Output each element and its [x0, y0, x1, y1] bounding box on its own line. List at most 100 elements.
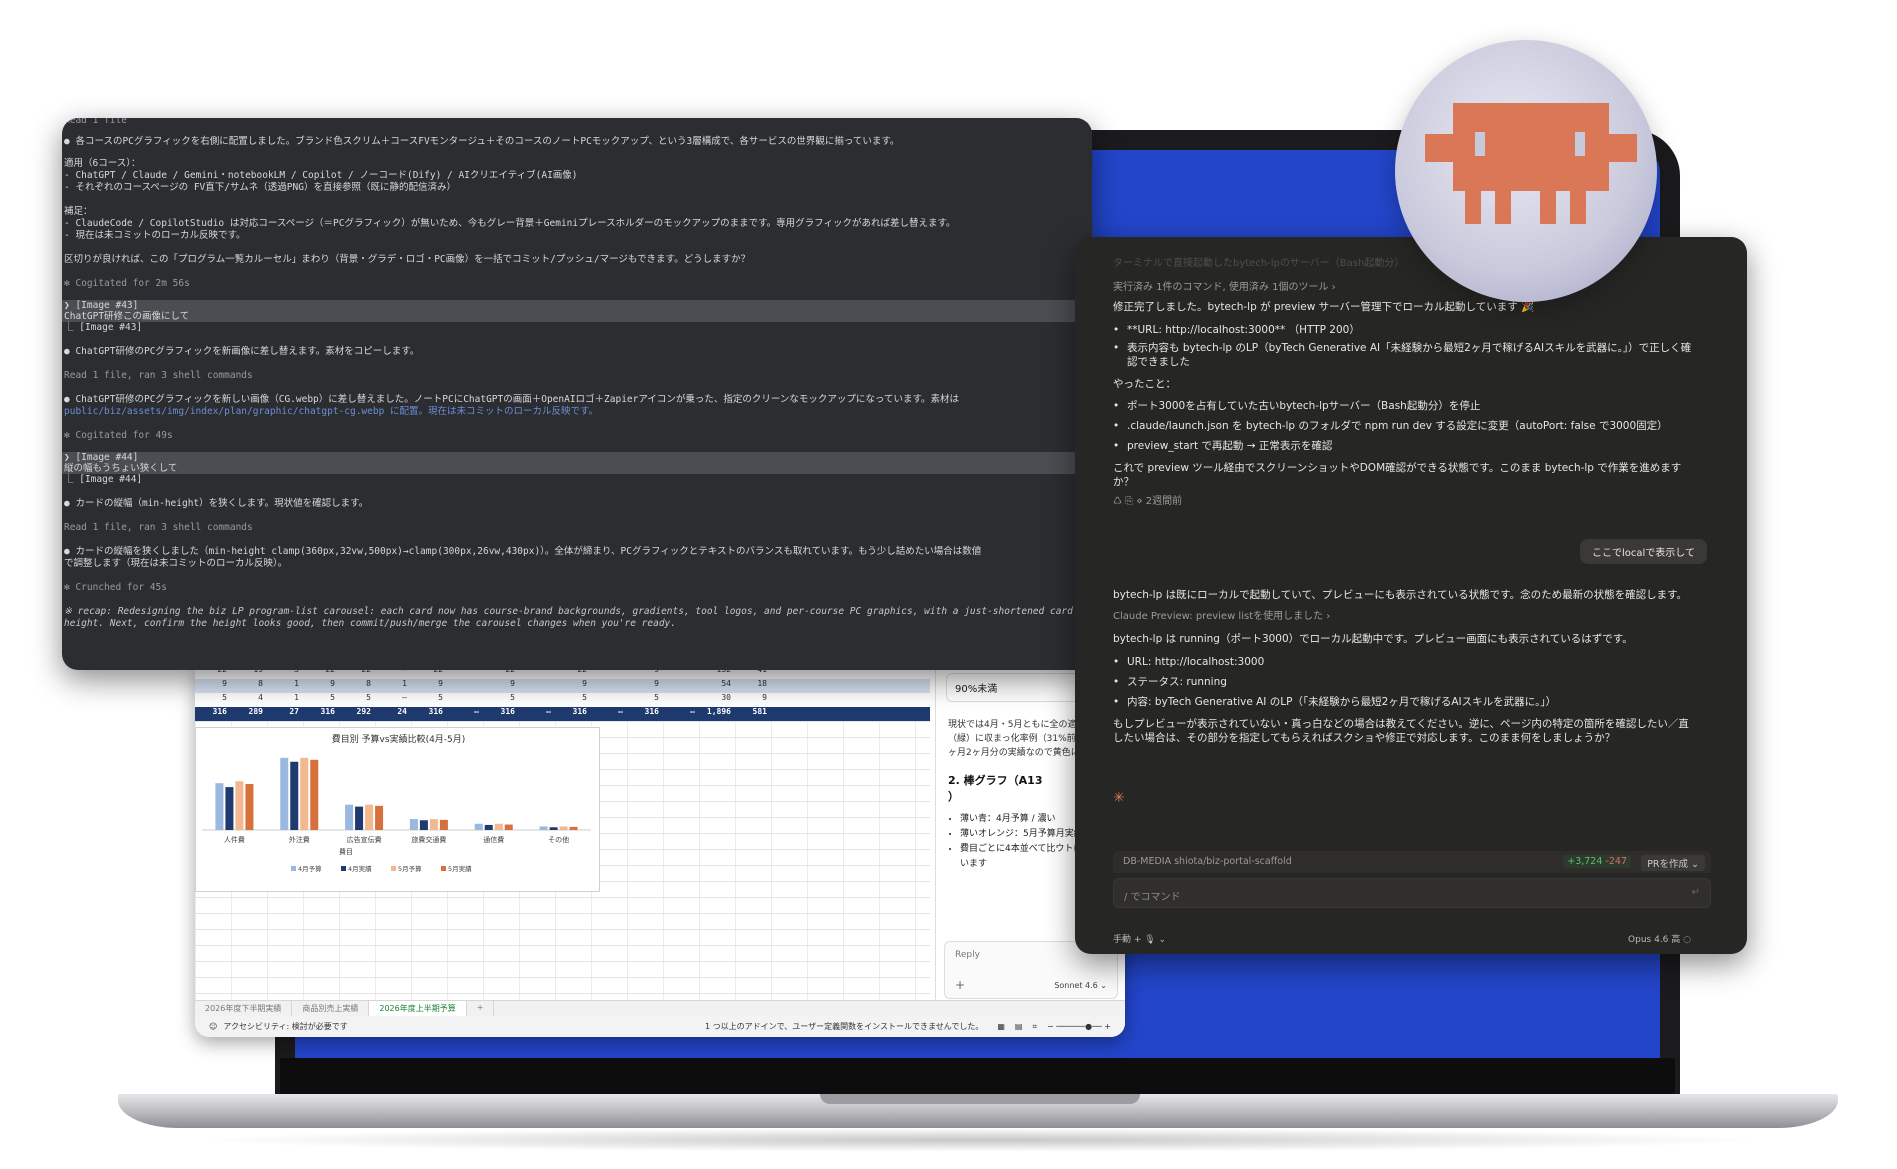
spreadsheet-cell[interactable]: 316: [627, 707, 663, 721]
spreadsheet-cell[interactable]: 5: [339, 693, 375, 707]
spreadsheet-row[interactable]: 5 4 1 5 5–5 5 5 5 30 9: [195, 693, 930, 707]
prompt-input[interactable]: / でコマンド ↵: [1113, 878, 1711, 908]
bar-chart[interactable]: 費目別 予算vs実績比較(4月-5月) 人件費 外注費 広告宣伝費 旅費交通費 通信費 そ…: [195, 727, 600, 892]
spreadsheet-cell[interactable]: 1,896: [699, 707, 735, 721]
bar[interactable]: [569, 826, 578, 830]
spreadsheet-cell[interactable]: [447, 693, 483, 707]
terminal-line: ● カードの縦幅を狭くしました（min-height clamp(360px,3…: [64, 546, 982, 557]
spreadsheet-cell[interactable]: [519, 693, 555, 707]
normal-view-icon[interactable]: ▦: [997, 1022, 1005, 1031]
bar[interactable]: [494, 823, 503, 830]
spreadsheet-cell[interactable]: [591, 679, 627, 693]
spreadsheet-cell[interactable]: –: [663, 707, 699, 721]
bar[interactable]: [539, 826, 548, 830]
spreadsheet-cell[interactable]: 581: [735, 707, 771, 721]
spreadsheet-cell[interactable]: 1: [267, 693, 303, 707]
spreadsheet-cell[interactable]: 18: [735, 679, 771, 693]
preview-tool[interactable]: Claude Preview: preview listを使用しました ›: [1113, 610, 1713, 624]
page-layout-icon[interactable]: ▤: [1015, 1022, 1023, 1031]
bar[interactable]: [225, 787, 234, 830]
accessibility-icon[interactable]: ☺: [209, 1022, 217, 1031]
spreadsheet-cell[interactable]: [591, 693, 627, 707]
bar[interactable]: [409, 819, 418, 830]
message-meta[interactable]: ♺ ⎘ ⋄ 2週間前: [1113, 495, 1713, 509]
accessibility-status[interactable]: アクセシビリティ: 検討が必要です: [223, 1021, 347, 1032]
spreadsheet-cell[interactable]: 5: [627, 693, 663, 707]
spreadsheet-cell[interactable]: 316: [195, 707, 231, 721]
spreadsheet-cell[interactable]: 316: [303, 707, 339, 721]
spreadsheet-cell[interactable]: 27: [267, 707, 303, 721]
bar[interactable]: [474, 823, 483, 830]
zoom-slider[interactable]: − ──────●── +: [1047, 1022, 1111, 1031]
spreadsheet-cell[interactable]: 5: [303, 693, 339, 707]
spreadsheet-cell[interactable]: 9: [735, 693, 771, 707]
spreadsheet-cell[interactable]: 5: [483, 693, 519, 707]
spreadsheet-cell[interactable]: 316: [411, 707, 447, 721]
model-selector[interactable]: Opus 4.6 高 ◌: [1628, 932, 1691, 945]
spreadsheet-cell[interactable]: 8: [339, 679, 375, 693]
spreadsheet-cell[interactable]: –: [375, 693, 411, 707]
tools-summary[interactable]: 実行済み 1件のコマンド, 使用済み 1個のツール ›: [1113, 281, 1713, 295]
spreadsheet-cell[interactable]: 316: [555, 707, 591, 721]
spreadsheet-cell[interactable]: 9: [411, 679, 447, 693]
bar[interactable]: [235, 781, 244, 830]
bar[interactable]: [290, 761, 299, 830]
spreadsheet-cell[interactable]: 4: [231, 693, 267, 707]
bar[interactable]: [429, 819, 438, 830]
legend-swatch: [341, 866, 346, 871]
bar[interactable]: [280, 757, 289, 830]
spreadsheet-cell[interactable]: 1: [375, 679, 411, 693]
spreadsheet-cell[interactable]: [663, 679, 699, 693]
mode-selector[interactable]: 手動 + 🎙 ⌄: [1113, 932, 1166, 945]
spreadsheet-cell[interactable]: 24: [375, 707, 411, 721]
add-icon[interactable]: +: [955, 978, 965, 992]
bar[interactable]: [355, 806, 364, 830]
spreadsheet-cell[interactable]: 5: [555, 693, 591, 707]
create-pr-button[interactable]: PRを作成 ⌄: [1641, 855, 1705, 871]
spreadsheet-cell[interactable]: –: [519, 707, 555, 721]
spreadsheet-cell[interactable]: 9: [483, 679, 519, 693]
page-break-icon[interactable]: ⌗: [1032, 1022, 1037, 1032]
spreadsheet-cell[interactable]: 9: [627, 679, 663, 693]
spreadsheet-cell[interactable]: –: [591, 707, 627, 721]
bar[interactable]: [245, 783, 254, 830]
bar[interactable]: [439, 819, 448, 830]
spreadsheet-cell[interactable]: 292: [339, 707, 375, 721]
bar[interactable]: [365, 804, 374, 830]
bar[interactable]: [419, 820, 428, 830]
sheet-tab[interactable]: 商品別売上実績: [292, 1001, 370, 1016]
spreadsheet-cell[interactable]: 8: [231, 679, 267, 693]
spreadsheet-cell[interactable]: [663, 693, 699, 707]
spreadsheet-cell[interactable]: 9: [195, 679, 231, 693]
spreadsheet-cell[interactable]: 5: [195, 693, 231, 707]
spreadsheet-row[interactable]: 316 289 27 316 292 24 316–316–316–316–1,896 581: [195, 707, 930, 721]
spreadsheet-cell[interactable]: 9: [555, 679, 591, 693]
bar[interactable]: [310, 759, 319, 830]
sheet-tab-active[interactable]: 2026年度上半期予算: [369, 1001, 467, 1016]
spreadsheet-cell[interactable]: 9: [303, 679, 339, 693]
bar[interactable]: [504, 824, 513, 830]
bar[interactable]: [345, 804, 354, 830]
sheet-tab[interactable]: 2026年度下半期実績: [195, 1001, 293, 1016]
spreadsheet-cell[interactable]: –: [447, 707, 483, 721]
bar[interactable]: [549, 827, 558, 830]
bar[interactable]: [215, 783, 224, 830]
spreadsheet-row[interactable]: 9 8 1 9 8 1 9 9 9 9 54 18: [195, 679, 930, 693]
spreadsheet-cell[interactable]: [447, 679, 483, 693]
bar[interactable]: [300, 757, 309, 830]
model-selector[interactable]: Sonnet 4.6 ⌄: [1054, 981, 1107, 990]
spreadsheet-cell[interactable]: [519, 679, 555, 693]
bar[interactable]: [559, 826, 568, 830]
spreadsheet-cell[interactable]: 30: [699, 693, 735, 707]
spreadsheet-cell[interactable]: 5: [411, 693, 447, 707]
repo-label[interactable]: DB-MEDIA shiota/biz-portal-scaffold: [1123, 856, 1292, 867]
bar[interactable]: [484, 824, 493, 830]
add-sheet-button[interactable]: +: [467, 1001, 495, 1016]
spreadsheet-cell[interactable]: 54: [699, 679, 735, 693]
spreadsheet-cell[interactable]: 1: [267, 679, 303, 693]
bar[interactable]: [375, 805, 384, 830]
x-axis-caption: 費目: [339, 847, 353, 856]
send-icon[interactable]: ↵: [1692, 887, 1700, 898]
spreadsheet-cell[interactable]: 289: [231, 707, 267, 721]
spreadsheet-cell[interactable]: 316: [483, 707, 519, 721]
